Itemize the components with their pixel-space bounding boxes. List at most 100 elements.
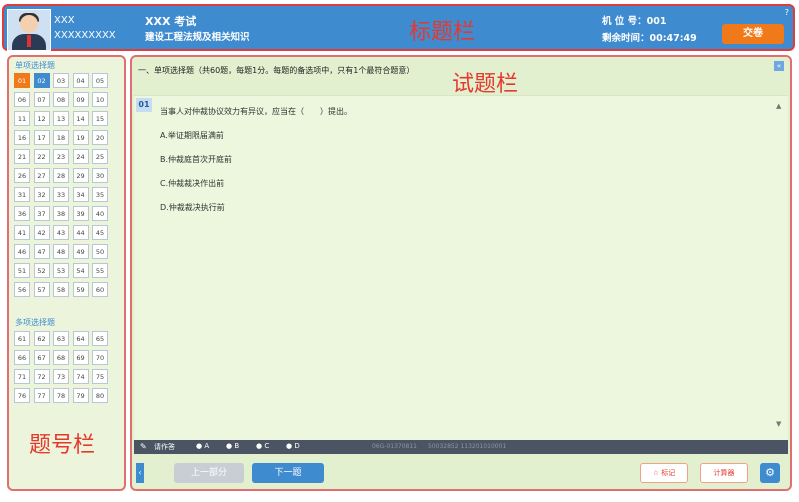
question-button-60[interactable]: 60 xyxy=(92,282,108,297)
scrollbar[interactable]: ▲ ▼ xyxy=(776,102,784,428)
question-button-73[interactable]: 73 xyxy=(53,369,69,384)
question-button-34[interactable]: 34 xyxy=(72,187,89,202)
question-button-46[interactable]: 46 xyxy=(14,244,30,259)
question-button-68[interactable]: 68 xyxy=(53,350,69,365)
question-button-79[interactable]: 79 xyxy=(72,388,89,403)
question-button-40[interactable]: 40 xyxy=(92,206,108,221)
question-button-17[interactable]: 17 xyxy=(33,130,50,145)
question-button-44[interactable]: 44 xyxy=(72,225,89,240)
question-button-63[interactable]: 63 xyxy=(53,331,69,346)
question-button-24[interactable]: 24 xyxy=(72,149,89,164)
question-button-48[interactable]: 48 xyxy=(53,244,69,259)
question-button-32[interactable]: 32 xyxy=(33,187,50,202)
question-button-39[interactable]: 39 xyxy=(72,206,89,221)
question-button-72[interactable]: 72 xyxy=(33,369,50,384)
question-button-71[interactable]: 71 xyxy=(14,369,30,384)
question-button-19[interactable]: 19 xyxy=(72,130,89,145)
question-button-70[interactable]: 70 xyxy=(92,350,108,365)
expand-icon[interactable]: « xyxy=(774,61,784,71)
question-button-65[interactable]: 65 xyxy=(92,331,108,346)
question-button-05[interactable]: 05 xyxy=(92,73,108,88)
answer-choice-d[interactable]: ● D xyxy=(286,442,300,450)
scroll-down-icon[interactable]: ▼ xyxy=(776,420,781,428)
scroll-up-icon[interactable]: ▲ xyxy=(776,102,781,110)
question-button-23[interactable]: 23 xyxy=(53,149,69,164)
question-button-02[interactable]: 02 xyxy=(33,73,50,88)
question-button-21[interactable]: 21 xyxy=(14,149,30,164)
question-button-09[interactable]: 09 xyxy=(72,92,89,107)
question-button-22[interactable]: 22 xyxy=(33,149,50,164)
question-button-66[interactable]: 66 xyxy=(14,350,30,365)
question-button-35[interactable]: 35 xyxy=(92,187,108,202)
question-button-03[interactable]: 03 xyxy=(53,73,69,88)
question-button-25[interactable]: 25 xyxy=(92,149,108,164)
question-button-57[interactable]: 57 xyxy=(33,282,50,297)
answer-choice-b[interactable]: ● B xyxy=(226,442,239,450)
question-button-38[interactable]: 38 xyxy=(53,206,69,221)
previous-section-button[interactable]: 上一部分 xyxy=(174,463,244,483)
question-button-30[interactable]: 30 xyxy=(92,168,108,183)
question-button-26[interactable]: 26 xyxy=(14,168,30,183)
question-button-45[interactable]: 45 xyxy=(92,225,108,240)
question-button-52[interactable]: 52 xyxy=(33,263,50,278)
question-button-15[interactable]: 15 xyxy=(92,111,108,126)
question-button-33[interactable]: 33 xyxy=(53,187,69,202)
question-button-04[interactable]: 04 xyxy=(72,73,89,88)
question-button-53[interactable]: 53 xyxy=(53,263,69,278)
question-button-01[interactable]: 01 xyxy=(14,73,30,88)
question-button-56[interactable]: 56 xyxy=(14,282,30,297)
question-button-31[interactable]: 31 xyxy=(14,187,30,202)
question-button-74[interactable]: 74 xyxy=(72,369,89,384)
question-button-07[interactable]: 07 xyxy=(33,92,50,107)
single-choice-section-label: 单项选择题 xyxy=(15,61,55,70)
question-button-18[interactable]: 18 xyxy=(53,130,69,145)
question-button-76[interactable]: 76 xyxy=(14,388,30,403)
question-button-62[interactable]: 62 xyxy=(33,331,50,346)
question-button-50[interactable]: 50 xyxy=(92,244,108,259)
answer-choice-c[interactable]: ● C xyxy=(256,442,269,450)
question-button-78[interactable]: 78 xyxy=(53,388,69,403)
next-question-button[interactable]: 下一题 xyxy=(252,463,324,483)
question-button-08[interactable]: 08 xyxy=(53,92,69,107)
question-button-11[interactable]: 11 xyxy=(14,111,30,126)
question-button-37[interactable]: 37 xyxy=(33,206,50,221)
question-button-77[interactable]: 77 xyxy=(33,388,50,403)
collapse-nav-icon[interactable]: ‹ xyxy=(136,463,144,483)
question-button-10[interactable]: 10 xyxy=(92,92,108,107)
title-bar: XXX XXXXXXXXX XXX 考试 建设工程法规及相关知识 标题栏 机 位… xyxy=(2,4,795,51)
question-text: 当事人对仲裁协议效力有异议，应当在（ ）提出。 xyxy=(160,107,352,116)
question-button-49[interactable]: 49 xyxy=(72,244,89,259)
question-button-14[interactable]: 14 xyxy=(72,111,89,126)
question-button-47[interactable]: 47 xyxy=(33,244,50,259)
question-button-36[interactable]: 36 xyxy=(14,206,30,221)
question-button-75[interactable]: 75 xyxy=(92,369,108,384)
answer-choice-a[interactable]: ● A xyxy=(196,442,209,450)
question-button-51[interactable]: 51 xyxy=(14,263,30,278)
question-button-27[interactable]: 27 xyxy=(33,168,50,183)
question-button-20[interactable]: 20 xyxy=(92,130,108,145)
mark-button[interactable]: ☆ 标记 xyxy=(640,463,688,483)
help-icon[interactable]: ? xyxy=(785,8,789,17)
question-button-13[interactable]: 13 xyxy=(53,111,69,126)
submit-exam-button[interactable]: 交卷 xyxy=(722,24,784,44)
question-button-41[interactable]: 41 xyxy=(14,225,30,240)
calculator-button[interactable]: 计算器 xyxy=(700,463,748,483)
candidate-id: XXXXXXXXX xyxy=(54,30,116,41)
question-button-29[interactable]: 29 xyxy=(72,168,89,183)
question-button-06[interactable]: 06 xyxy=(14,92,30,107)
question-button-80[interactable]: 80 xyxy=(92,388,108,403)
question-button-42[interactable]: 42 xyxy=(33,225,50,240)
question-button-28[interactable]: 28 xyxy=(53,168,69,183)
question-button-55[interactable]: 55 xyxy=(92,263,108,278)
question-button-69[interactable]: 69 xyxy=(72,350,89,365)
question-button-59[interactable]: 59 xyxy=(72,282,89,297)
question-button-12[interactable]: 12 xyxy=(33,111,50,126)
gear-icon[interactable]: ⚙ xyxy=(760,463,780,483)
question-button-67[interactable]: 67 xyxy=(33,350,50,365)
question-button-16[interactable]: 16 xyxy=(14,130,30,145)
question-button-61[interactable]: 61 xyxy=(14,331,30,346)
question-button-64[interactable]: 64 xyxy=(72,331,89,346)
question-button-58[interactable]: 58 xyxy=(53,282,69,297)
question-button-43[interactable]: 43 xyxy=(53,225,69,240)
question-button-54[interactable]: 54 xyxy=(72,263,89,278)
